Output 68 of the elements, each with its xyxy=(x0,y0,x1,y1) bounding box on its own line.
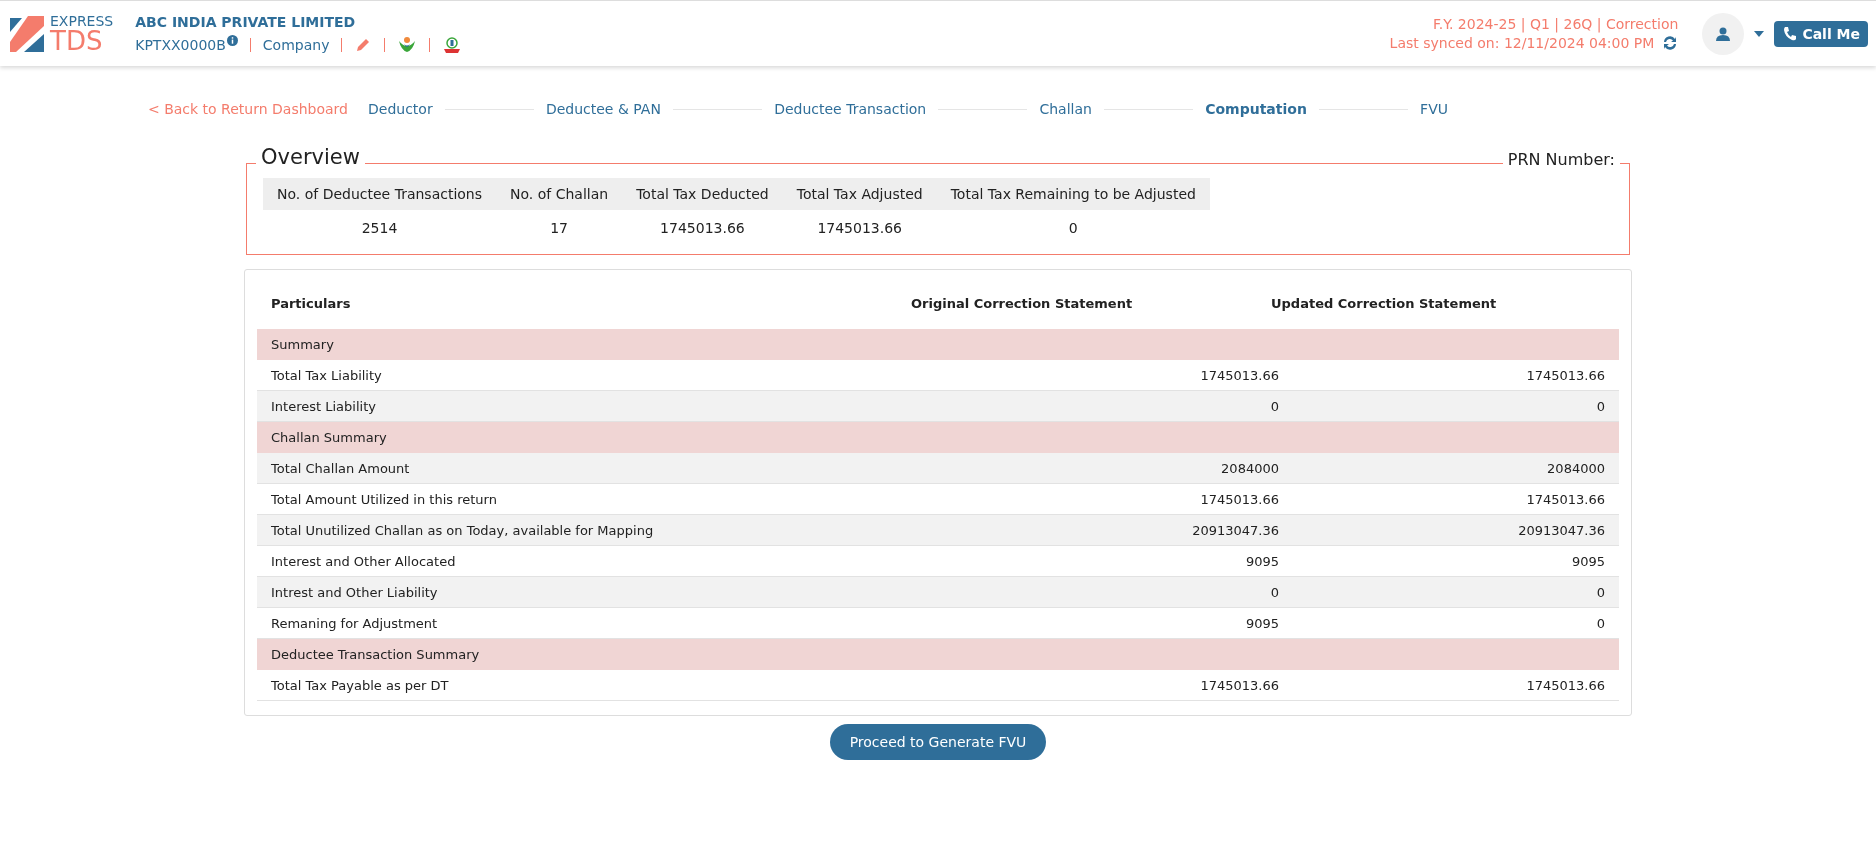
table-cell-text: Total Tax Liability xyxy=(271,367,383,383)
table-cell-text: Total Tax Payable as per DT xyxy=(271,677,450,693)
step-tab[interactable]: Deductee & PAN xyxy=(545,101,661,117)
section-header: Deductee Transaction Summary xyxy=(271,647,480,662)
period-info: F.Y. 2024-25 | Q1 | 26Q | Correction xyxy=(1431,16,1679,32)
tan-number: KPTXX0000B xyxy=(135,36,226,53)
refresh-icon[interactable] xyxy=(1662,35,1679,51)
call-me-button[interactable]: Call Me xyxy=(1774,20,1868,47)
table-cell-text: 0 xyxy=(1595,584,1605,600)
table-cell-text: 1745013.66 xyxy=(1525,491,1605,507)
table-cell-text: 1745013.66 xyxy=(1199,677,1279,693)
table-cell-text: 9095 xyxy=(1244,553,1279,569)
table-cell-text: 2084000 xyxy=(1546,460,1605,476)
info-icon[interactable] xyxy=(226,35,238,46)
table-cell-text: Total Unutilized Challan as on Today, available for Mapping xyxy=(271,522,655,538)
table-cell-text: 2084000 xyxy=(1220,460,1279,476)
column-header: No. of Challan xyxy=(496,178,623,210)
emblem-icon[interactable] xyxy=(397,35,418,54)
step-tab[interactable]: Challan xyxy=(1039,101,1092,117)
proceed-button[interactable]: Proceed to Generate FVU xyxy=(829,724,1047,760)
table-cell-text: 0 xyxy=(1269,398,1279,414)
user-icon xyxy=(1715,25,1732,42)
entity-type: Company xyxy=(262,36,330,53)
table-cell-text: 9095 xyxy=(1244,615,1279,631)
table-cell-text: Remaning for Adjustment xyxy=(271,615,439,631)
table-cell-text: 9095 xyxy=(1570,553,1605,569)
section-header: Summary xyxy=(271,337,334,352)
emblem-icon[interactable] xyxy=(442,35,463,54)
step-tab[interactable]: Computation xyxy=(1205,101,1307,117)
table-cell-text: 0 xyxy=(1595,615,1605,631)
table-cell-text: 0 xyxy=(1595,398,1605,414)
table-cell: 0 xyxy=(936,210,1210,236)
table-cell-text: 0 xyxy=(1269,584,1279,600)
table-cell-text: Interest and Other Allocated xyxy=(271,553,457,569)
table-cell-text: Total Challan Amount xyxy=(271,460,411,476)
table-cell: 2514 xyxy=(263,210,497,236)
table-cell-text: Intrest and Other Liability xyxy=(271,584,439,600)
table-cell-text: 20913047.36 xyxy=(1517,522,1605,538)
last-synced-text: Last synced on: 12/11/2024 04:00 PM xyxy=(1389,35,1655,51)
overview-title: Overview xyxy=(260,147,361,168)
step-tab[interactable]: Deductee Transaction xyxy=(774,101,927,117)
column-header: Updated Correction Statement xyxy=(1271,296,1498,311)
table-cell: 17 xyxy=(496,210,623,236)
section-header: Challan Summary xyxy=(271,430,387,445)
column-header: Total Tax Remaining to be Adjusted xyxy=(936,178,1210,210)
phone-icon xyxy=(1782,25,1799,42)
step-tab[interactable]: FVU xyxy=(1420,101,1448,117)
column-header: Total Tax Deducted xyxy=(622,178,783,210)
table-cell-text: Interest Liability xyxy=(271,398,377,414)
table-cell-text: 1745013.66 xyxy=(1199,367,1279,383)
table-cell-text: Total Amount Utilized in this return xyxy=(271,491,498,507)
step-tab[interactable]: Deductor xyxy=(368,101,433,117)
table-cell: 1745013.66 xyxy=(782,210,937,236)
table-cell-text: 1745013.66 xyxy=(1525,677,1605,693)
logo-text: TDS xyxy=(50,27,103,54)
column-header: Particulars xyxy=(271,296,352,311)
table-cell-text: 20913047.36 xyxy=(1191,522,1279,538)
prn-label: PRN Number: xyxy=(1506,152,1616,168)
column-header: No. of Deductee Transactions xyxy=(263,178,497,210)
column-header: Total Tax Adjusted xyxy=(782,178,937,210)
caret-icon[interactable] xyxy=(1754,30,1765,37)
table-cell-text: 1745013.66 xyxy=(1525,367,1605,383)
column-header: Original Correction Statement xyxy=(911,296,1134,311)
logo-icon xyxy=(8,13,46,54)
table-cell: 1745013.66 xyxy=(622,210,783,236)
table-cell-text: 1745013.66 xyxy=(1199,491,1279,507)
logo-text: EXPRESS xyxy=(50,13,114,28)
company-name: ABC INDIA PRIVATE LIMITED xyxy=(135,13,357,30)
